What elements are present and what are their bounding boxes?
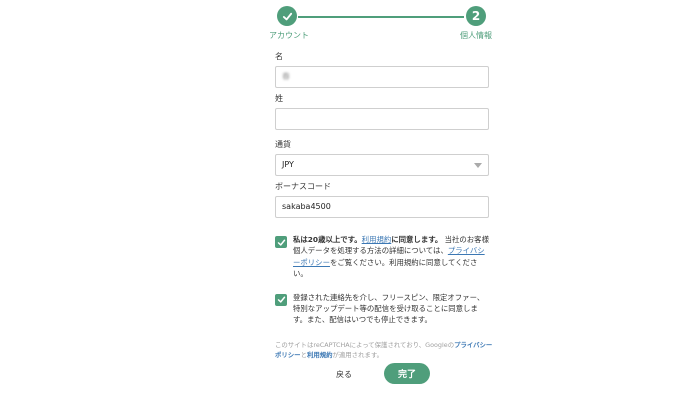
dropdown-arrow-icon xyxy=(474,163,482,168)
last-name-input[interactable] xyxy=(275,108,489,130)
age-agree-text: に同意します。 xyxy=(391,235,443,244)
bonus-code-value: sakaba4500 xyxy=(282,202,331,211)
marketing-checkbox[interactable] xyxy=(275,293,287,306)
recaptcha-notice: このサイトはreCAPTCHAによって保護されており、Googleのプライバシー… xyxy=(275,340,495,360)
currency-select[interactable]: JPY xyxy=(275,154,489,176)
recaptcha-suffix: が適用されます。 xyxy=(332,350,384,359)
progress-stepper: 2 アカウント 個人情報 xyxy=(269,6,500,42)
age-terms-text: 私は20歳以上です。利用規約に同意します。 当社のお客様個人データを処理する方法… xyxy=(293,234,489,280)
marketing-text: 登録された連絡先を介し、フリースピン、限定オファー、特別なアップデート等の配信を… xyxy=(293,292,485,325)
marketing-consent: 登録された連絡先を介し、フリースピン、限定オファー、特別なアップデート等の配信を… xyxy=(275,292,489,326)
step2-circle: 2 xyxy=(466,6,486,26)
check-icon xyxy=(282,12,292,20)
check-icon xyxy=(277,296,285,303)
registration-form: 名 春 姓 通貨 JPY ボーナスコード sakaba4500 私は20歳以上で… xyxy=(275,52,492,360)
age-terms-consent: 私は20歳以上です。利用規約に同意します。 当社のお客様個人データを処理する方法… xyxy=(275,234,489,280)
google-terms-link[interactable]: 利用規約 xyxy=(307,351,333,359)
age-terms-checkbox[interactable] xyxy=(275,236,287,248)
currency-label: 通貨 xyxy=(275,140,291,149)
first-name-input[interactable]: 春 xyxy=(275,66,489,88)
check-icon xyxy=(277,239,285,246)
recaptcha-prefix: このサイトはreCAPTCHAによって保護されており、Googleの xyxy=(275,340,455,349)
back-link[interactable]: 戻る xyxy=(336,369,352,380)
bonus-code-label: ボーナスコード xyxy=(275,182,331,191)
terms-link[interactable]: 利用規約 xyxy=(362,235,392,244)
first-name-value: 春 xyxy=(282,72,290,81)
bonus-code-input[interactable]: sakaba4500 xyxy=(275,196,489,218)
last-name-label: 姓 xyxy=(275,94,283,103)
finish-button[interactable]: 完了 xyxy=(384,363,430,384)
first-name-label: 名 xyxy=(275,52,283,61)
step1-label: アカウント xyxy=(269,31,309,40)
step2-number: 2 xyxy=(471,9,481,23)
step2-label: 個人情報 xyxy=(460,31,492,40)
age-statement: 私は20歳以上です。 xyxy=(293,235,362,244)
step-connector-line xyxy=(298,16,464,18)
currency-value: JPY xyxy=(282,160,294,169)
step1-complete-circle xyxy=(277,6,297,26)
